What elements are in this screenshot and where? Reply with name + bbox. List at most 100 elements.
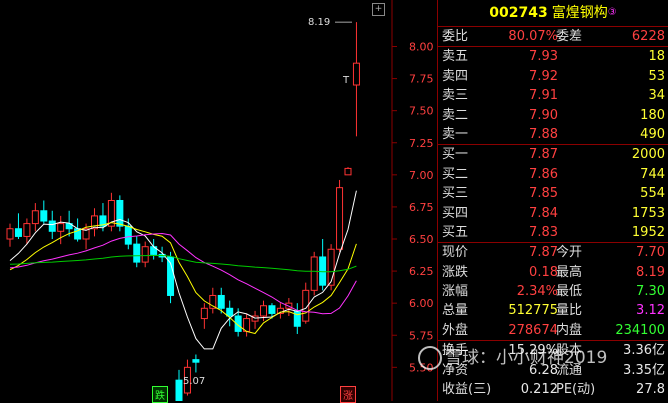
row-value: 0.212 xyxy=(520,382,558,398)
row-value: 278674 xyxy=(508,322,558,338)
row-value-2: 7.70 xyxy=(636,245,665,261)
row-value: 7.92 xyxy=(529,68,558,84)
quote-row: 涨跌 0.18 最高 8.19 xyxy=(438,263,668,282)
watermark-text: 雪球：小小财神2019 xyxy=(445,348,608,368)
quote-row: 总量 512775 量比 3.12 xyxy=(438,301,668,320)
quote-row: 买三 7.85 554 xyxy=(438,184,668,203)
candle-body xyxy=(6,228,14,240)
candle-body xyxy=(310,256,318,291)
y-tick-label: 6.50 xyxy=(409,233,434,246)
quote-row: 卖五 7.93 18 xyxy=(438,46,668,66)
row-label: 卖三 xyxy=(442,88,469,104)
stock-code: 002743 xyxy=(489,5,548,21)
row-label: 买五 xyxy=(442,224,469,240)
t-marker: T xyxy=(343,75,350,86)
candle-body xyxy=(200,307,208,320)
row-value: 7.87 xyxy=(529,245,558,261)
row-value: 80.07% xyxy=(508,29,558,44)
row-label: 现价 xyxy=(442,245,469,261)
row-label: 买四 xyxy=(442,205,469,221)
candle-body xyxy=(352,62,360,86)
row-value-2: 8.19 xyxy=(636,264,665,280)
candle-body xyxy=(133,243,141,263)
snowball-logo-icon xyxy=(418,346,442,370)
quote-row: 卖三 7.91 34 xyxy=(438,86,668,105)
watermark: 雪球：小小财神2019 xyxy=(418,343,607,370)
row-value-2: 234100 xyxy=(615,322,665,338)
quote-panel: 002743 富煌钢构③ 委比 80.07% 委差 6228 卖五 7.93 18 卖四 7.92… xyxy=(437,0,668,401)
y-tick-label: 6.75 xyxy=(409,201,434,214)
row-value: 0.18 xyxy=(529,264,558,280)
candle-body xyxy=(319,256,327,286)
row-value: 512775 xyxy=(508,303,558,319)
quote-row: 卖二 7.90 180 xyxy=(438,106,668,125)
row-value-2: 490 xyxy=(640,126,665,142)
row-label: 收益(三) xyxy=(442,382,492,398)
row-value: 7.86 xyxy=(529,166,558,182)
row-label: 卖二 xyxy=(442,107,469,123)
row-value-2: 6228 xyxy=(631,29,665,44)
row-label: 卖四 xyxy=(442,68,469,84)
row-label: 卖五 xyxy=(442,49,469,65)
row-label: 总量 xyxy=(442,303,469,319)
row-value-2: 180 xyxy=(640,107,665,123)
row-value-2: 3.12 xyxy=(636,303,665,319)
quote-row: 委比 80.07% 委差 6228 xyxy=(438,26,668,46)
row-label: 卖一 xyxy=(442,126,469,142)
y-tick-label: 7.25 xyxy=(409,137,434,150)
row-value-2: 3.35亿 xyxy=(623,362,665,378)
stock-name: 富煌钢构 xyxy=(551,5,608,21)
quote-row: 卖四 7.92 53 xyxy=(438,67,668,86)
quote-row: 买二 7.86 744 xyxy=(438,165,668,184)
row-value-2: 1753 xyxy=(631,205,665,221)
low-price-label: 5.07 xyxy=(183,376,206,387)
row-label: 涨跌 xyxy=(442,264,469,280)
row-label-2: 内盘 xyxy=(556,322,583,338)
zoom-toggle-icon[interactable]: + xyxy=(372,3,385,16)
row-value-2: 554 xyxy=(640,186,665,202)
row-value-2: 1952 xyxy=(631,224,665,240)
candle-body xyxy=(141,246,149,263)
candle-body xyxy=(226,307,234,317)
candle-body xyxy=(293,310,301,327)
row-value: 7.87 xyxy=(529,147,558,163)
row-label-2: 最高 xyxy=(556,264,583,280)
candle-body xyxy=(192,359,200,363)
row-value-2: 2000 xyxy=(631,147,665,163)
row-label: 委比 xyxy=(442,29,469,44)
row-label-2: 今开 xyxy=(556,245,583,261)
y-tick-label: 7.50 xyxy=(409,105,434,118)
row-value-2: 3.36亿 xyxy=(623,343,665,359)
row-value: 7.85 xyxy=(529,186,558,202)
row-value: 7.83 xyxy=(529,224,558,240)
candle-body xyxy=(336,187,344,250)
row-label: 买一 xyxy=(442,147,469,163)
row-value-2: 27.8 xyxy=(636,382,665,398)
quote-row: 卖一 7.88 490 xyxy=(438,125,668,144)
candle-body xyxy=(217,294,225,309)
kline-svg[interactable]: 8.00 7.75 7.50 7.25 7.00 6.75 6.50 6.25 6.00 5.75… xyxy=(0,0,437,401)
row-label-2: 委差 xyxy=(556,29,583,44)
stock-header[interactable]: 002743 富煌钢构③ xyxy=(438,0,668,26)
row-label: 买三 xyxy=(442,186,469,202)
row-label: 买二 xyxy=(442,166,469,182)
quote-row: 买四 7.84 1753 xyxy=(438,204,668,223)
kline-chart[interactable]: 8.00 7.75 7.50 7.25 7.00 6.75 6.50 6.25 6.00 5.75… xyxy=(0,0,437,403)
row-value: 7.88 xyxy=(529,126,558,142)
quote-row: 买五 7.83 1952 xyxy=(438,223,668,242)
row-value-2: 7.30 xyxy=(636,284,665,300)
row-label: 涨幅 xyxy=(442,284,469,300)
row-value-2: 744 xyxy=(640,166,665,182)
row-label-2: PE(动) xyxy=(556,382,596,398)
y-tick-label: 8.00 xyxy=(409,41,434,54)
row-value-2: 18 xyxy=(648,49,665,65)
quote-row: 外盘 278674 内盘 234100 xyxy=(438,321,668,340)
badge-circle-3-icon: ③ xyxy=(607,7,617,18)
row-label: 外盘 xyxy=(442,322,469,338)
candle-body xyxy=(48,220,56,232)
y-tick-label: 7.75 xyxy=(409,73,434,86)
quote-row: 收益(三) 0.212 PE(动) 27.8 xyxy=(438,380,668,399)
y-tick-label: 6.00 xyxy=(409,297,434,310)
row-value: 7.90 xyxy=(529,107,558,123)
candle-body xyxy=(327,248,335,286)
